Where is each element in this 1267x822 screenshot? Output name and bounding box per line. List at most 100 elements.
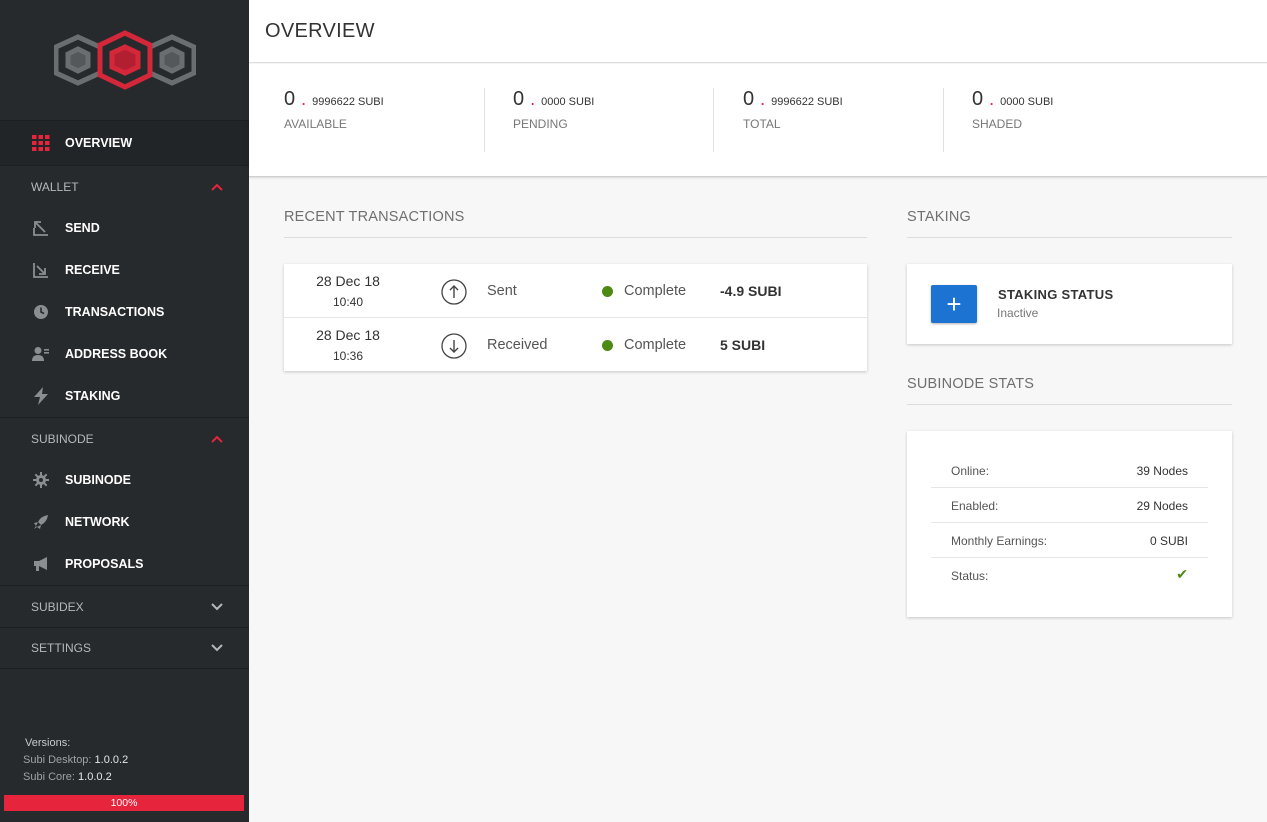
tx-type: Sent <box>487 283 517 299</box>
section-wallet-label: WALLET <box>31 179 79 194</box>
balance-shaded: 0. 0000 SUBI SHADED <box>972 88 1054 131</box>
tx-date: 28 Dec 18 <box>316 327 380 343</box>
section-subidex[interactable]: SUBIDEX <box>0 585 249 627</box>
nav-address-book[interactable]: ADDRESS BOOK <box>0 333 249 375</box>
status-dot <box>602 340 613 351</box>
tx-amount: 5 SUBI <box>720 337 766 353</box>
stat-row-status: Status: ✔ <box>931 558 1208 593</box>
balance-pending: 0. 0000 SUBI PENDING <box>513 88 595 131</box>
stat-value: 29 Nodes <box>1136 499 1188 513</box>
stat-key: Online: <box>951 464 990 478</box>
versions-heading: Versions: <box>25 737 71 749</box>
balance-label: PENDING <box>513 117 568 131</box>
nav-overview[interactable]: OVERVIEW <box>0 121 249 165</box>
divider <box>943 88 944 152</box>
sidebar: OVERVIEW WALLET SEND RECEIVE TRANSACTION… <box>0 0 249 822</box>
section-wallet[interactable]: WALLET <box>0 165 249 207</box>
receive-icon <box>31 260 51 280</box>
tx-type: Received <box>487 337 548 353</box>
desktop-version-label: Subi Desktop: <box>23 754 92 766</box>
header: OVERVIEW <box>249 0 1267 63</box>
core-version-label: Subi Core: <box>23 771 75 783</box>
balance-int: 0 <box>513 88 525 110</box>
balance-int: 0 <box>284 88 296 110</box>
transaction-row[interactable]: 28 Dec 18 10:40 Sent Complete -4.9 SUBI <box>284 264 867 318</box>
section-subidex-label: SUBIDEX <box>31 599 84 614</box>
nav-subinode[interactable]: SUBINODE <box>0 459 249 501</box>
balance-decimal: 9996622 SUBI <box>312 96 384 108</box>
chevron-down-icon[interactable] <box>211 644 223 652</box>
stat-value: 0 SUBI <box>1149 534 1188 548</box>
balance-label: SHADED <box>972 117 1023 131</box>
nav-transactions[interactable]: TRANSACTIONS <box>0 291 249 333</box>
nav-proposals-label: PROPOSALS <box>65 557 144 571</box>
nav-send-label: SEND <box>65 221 100 235</box>
stat-key: Monthly Earnings: <box>951 534 1048 548</box>
nav-address-book-label: ADDRESS BOOK <box>65 347 168 361</box>
transactions-list: 28 Dec 18 10:40 Sent Complete -4.9 SUBI … <box>284 264 867 371</box>
nav-receive-label: RECEIVE <box>65 263 120 277</box>
desktop-version: 1.0.0.2 <box>94 754 129 766</box>
divider <box>907 404 1232 405</box>
section-subinode-label: SUBINODE <box>31 431 94 446</box>
stat-row-enabled: Enabled: 29 Nodes <box>931 488 1208 523</box>
megaphone-icon <box>31 554 51 574</box>
tx-status: Complete <box>624 337 687 353</box>
transaction-row[interactable]: 28 Dec 18 10:36 Received Complete 5 SUBI <box>284 317 867 371</box>
tx-status: Complete <box>624 283 687 299</box>
chevron-up-icon[interactable] <box>211 435 223 443</box>
arrow-up-circle-icon <box>441 279 467 305</box>
lightning-icon <box>31 386 51 406</box>
stat-row-online: Online: 39 Nodes <box>931 453 1208 488</box>
core-version: 1.0.0.2 <box>78 771 112 783</box>
balance-label: TOTAL <box>743 117 781 131</box>
nav-staking[interactable]: STAKING <box>0 375 249 417</box>
contacts-icon <box>31 344 51 364</box>
section-subinode[interactable]: SUBINODE <box>0 417 249 459</box>
nav-network[interactable]: NETWORK <box>0 501 249 543</box>
status-dot <box>602 286 613 297</box>
nav-send[interactable]: SEND <box>0 207 249 249</box>
recent-transactions-title: RECENT TRANSACTIONS <box>284 209 465 225</box>
balance-decimal: 0000 SUBI <box>1000 96 1054 108</box>
nav-transactions-label: TRANSACTIONS <box>65 305 165 319</box>
staking-status-value: Inactive <box>997 306 1039 320</box>
divider <box>484 88 485 152</box>
nav-network-label: NETWORK <box>65 515 130 529</box>
clock-icon <box>31 302 51 322</box>
tx-amount: -4.9 SUBI <box>720 283 782 299</box>
nav-subinode-label: SUBINODE <box>65 473 131 487</box>
subinode-stats-title: SUBINODE STATS <box>907 376 1035 392</box>
tx-time: 10:40 <box>332 295 364 309</box>
subinode-stats-card: Online: 39 Nodes Enabled: 29 Nodes Month… <box>907 431 1232 617</box>
balance-available: 0. 9996622 SUBI AVAILABLE <box>284 88 384 131</box>
chevron-down-icon[interactable] <box>211 602 223 611</box>
balance-summary: 0. 9996622 SUBI AVAILABLE 0. 0000 SUBI PEN… <box>249 64 1267 177</box>
grid-icon <box>31 133 51 153</box>
section-settings[interactable]: SETTINGS <box>0 627 249 669</box>
start-staking-button[interactable]: + <box>931 285 977 323</box>
staking-title: STAKING <box>907 209 971 225</box>
balance-int: 0 <box>972 88 984 110</box>
divider <box>713 88 714 152</box>
nav-proposals[interactable]: PROPOSALS <box>0 543 249 585</box>
gear-icon <box>31 470 51 490</box>
send-icon <box>31 218 51 238</box>
divider <box>907 237 1232 238</box>
nav-overview-label: OVERVIEW <box>65 136 133 150</box>
chevron-up-icon[interactable] <box>211 183 223 191</box>
balance-total: 0. 9996622 SUBI TOTAL <box>743 88 843 131</box>
balance-decimal: 0000 SUBI <box>541 96 595 108</box>
balance-label: AVAILABLE <box>284 117 347 131</box>
nav-receive[interactable]: RECEIVE <box>0 249 249 291</box>
versions-info: Versions: Subi Desktop: 1.0.0.2 Subi Cor… <box>23 735 128 786</box>
section-settings-label: SETTINGS <box>31 641 92 655</box>
staking-status-title: STAKING STATUS <box>998 287 1114 302</box>
stat-row-monthly-earnings: Monthly Earnings: 0 SUBI <box>931 523 1208 558</box>
tx-date: 28 Dec 18 <box>316 273 380 289</box>
app-logo <box>0 0 249 121</box>
stat-key: Enabled: <box>951 499 999 513</box>
balance-decimal: 9996622 SUBI <box>771 96 843 108</box>
divider <box>284 237 867 238</box>
nav-staking-label: STAKING <box>65 389 121 403</box>
